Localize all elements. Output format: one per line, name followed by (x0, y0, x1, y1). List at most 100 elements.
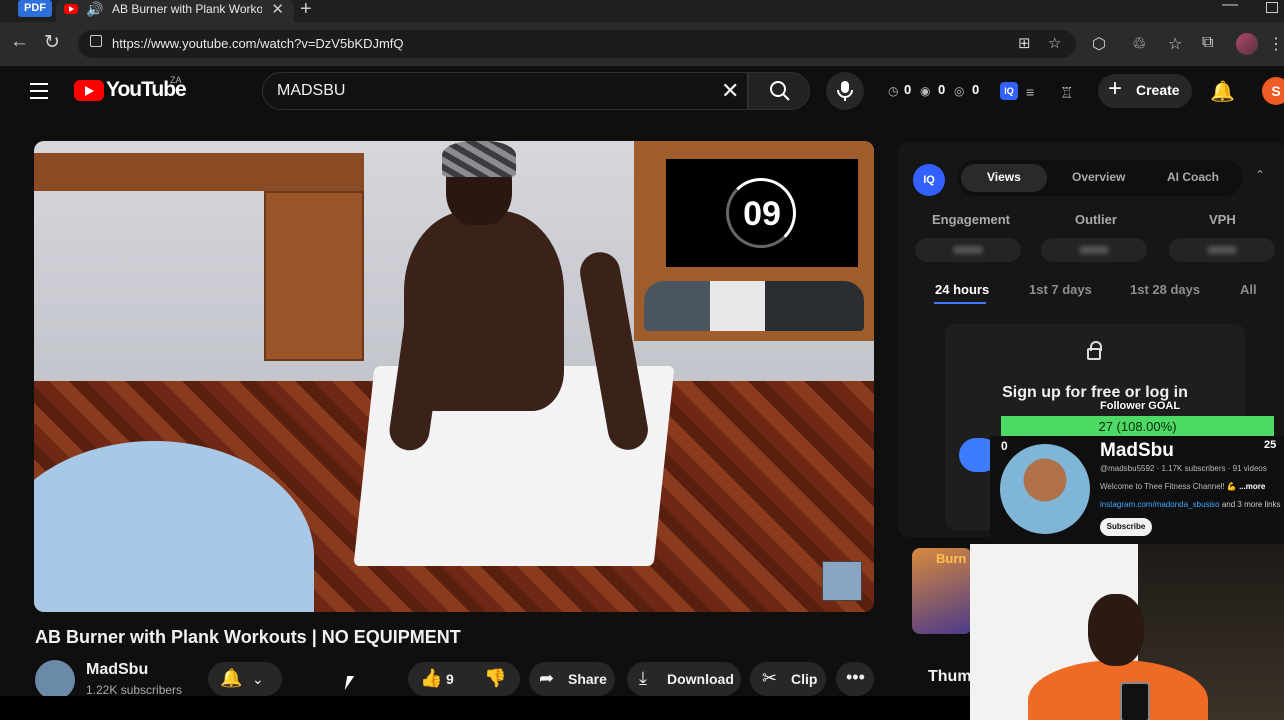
metric-engagement-label: Engagement (932, 212, 1011, 227)
favorites-icon[interactable]: ☆ (1168, 34, 1182, 54)
clear-search-icon[interactable]: ✕ (721, 78, 739, 104)
trophy-icon[interactable]: ♖ (1060, 84, 1073, 102)
share-button[interactable]: ➦ Share (529, 662, 615, 696)
webcam-phone (1120, 682, 1150, 720)
window-maximize-button[interactable] (1266, 2, 1278, 13)
user-avatar[interactable]: S (1262, 77, 1284, 105)
search-query[interactable]: MADSBU (277, 82, 345, 100)
voice-search-button[interactable] (826, 72, 864, 110)
address-bar[interactable]: https://www.youtube.com/watch?v=DzV5bKDJ… (78, 30, 1076, 58)
browser-tab-active[interactable]: 🔊 AB Burner with Plank Workouts ✕ (56, 0, 294, 22)
channel-subscriber-count: 1.22K subscribers (86, 683, 183, 697)
stat-count-2: 0 (938, 82, 946, 97)
like-count[interactable]: 9 (446, 671, 454, 687)
range-all[interactable]: All (1240, 282, 1257, 297)
browser-tab-bar: PDF 🔊 AB Burner with Plank Workouts ✕ + … (0, 0, 1284, 22)
related-section-label: Thum (928, 668, 972, 685)
range-first-28-days[interactable]: 1st 28 days (1130, 282, 1200, 297)
tab-overview[interactable]: Overview (1072, 170, 1125, 184)
download-icon: ⤓ (639, 668, 647, 688)
video-frame-desk (34, 153, 364, 191)
search-icon (770, 81, 790, 101)
new-tab-button[interactable]: + (300, 0, 312, 21)
more-actions-button[interactable]: ••• (836, 662, 874, 696)
video-player[interactable]: 09 (34, 141, 874, 612)
pdf-tab-badge[interactable]: PDF (18, 0, 52, 17)
eye-icon: ◉ (920, 84, 931, 98)
speaker-icon[interactable]: 🔊 (86, 1, 103, 18)
notifications-bell-icon[interactable]: 🔔 (1210, 79, 1235, 104)
follower-goal-value: 27 (108.00%) (1098, 419, 1177, 434)
list-icon[interactable]: ≡ (1026, 84, 1034, 100)
card-link-url: instagram.com/madonda_sbusiso (1100, 500, 1220, 509)
favorite-star-icon[interactable]: ☆ (1048, 34, 1061, 52)
like-dislike-group: 👍 9 👎 (408, 662, 520, 696)
channel-watermark[interactable] (822, 561, 862, 601)
metric-outlier-value (1041, 238, 1147, 262)
signup-prompt: Sign up for free or log in (1002, 384, 1188, 401)
collections-icon[interactable]: ⧉ (1202, 34, 1213, 52)
follower-goal-label: Follower GOAL (1100, 400, 1181, 412)
youtube-logo-icon[interactable] (74, 80, 104, 101)
app-available-icon[interactable]: ⊞ (1018, 34, 1031, 52)
metric-engagement-value (915, 238, 1021, 262)
mouse-cursor (344, 676, 355, 690)
browser-menu-icon[interactable]: ⋮ (1268, 34, 1284, 54)
like-icon[interactable]: 👍 (420, 668, 442, 689)
range-selected-indicator (934, 302, 986, 304)
timer-value: 09 (743, 195, 781, 233)
youtube-favicon-icon (64, 4, 78, 14)
site-info-icon[interactable] (90, 35, 102, 47)
window-minimize-button[interactable]: — (1222, 0, 1238, 14)
clock-icon: ◷ (888, 84, 899, 98)
reload-icon[interactable]: ↻ (44, 31, 60, 54)
search-input[interactable]: MADSBU ✕ (262, 72, 748, 110)
download-button[interactable]: ⤓ Download (627, 662, 741, 696)
dislike-icon[interactable]: 👎 (484, 668, 506, 689)
channel-card-link: instagram.com/madonda_sbusiso and 3 more… (1100, 500, 1281, 509)
vidiq-logo-icon[interactable]: IQ (913, 164, 945, 196)
create-label: Create (1136, 82, 1180, 98)
clip-label: Clip (791, 671, 818, 687)
browser-profile-avatar[interactable] (1236, 33, 1258, 55)
clip-button[interactable]: ✂ Clip (750, 662, 826, 696)
extension-icon[interactable]: ⬡ (1092, 34, 1106, 54)
tab-close-icon[interactable]: ✕ (271, 0, 284, 18)
scissors-icon: ✂ (762, 668, 778, 688)
metric-vph-label: VPH (1209, 212, 1236, 227)
channel-card-name: MadSbu (1100, 440, 1174, 461)
video-frame-shoes (644, 281, 864, 331)
channel-avatar[interactable] (35, 660, 75, 700)
bell-icon: 🔔 (220, 668, 243, 688)
follower-goal-target: 25 (1264, 439, 1277, 451)
workout-timer: 09 (666, 159, 858, 267)
range-first-7-days[interactable]: 1st 7 days (1029, 282, 1092, 297)
chevron-down-icon: ⌄ (252, 671, 264, 687)
vidiq-icon[interactable]: IQ (1000, 82, 1018, 100)
hamburger-menu-icon[interactable] (30, 83, 48, 104)
channel-card-subscribe: Subscribe (1100, 518, 1152, 536)
search-button[interactable] (748, 72, 810, 110)
share-label: Share (568, 671, 607, 687)
channel-card-description: Welcome to Thee Fitness Channel! 💪 ...mo… (1100, 482, 1265, 491)
tab-views[interactable]: Views (987, 170, 1021, 184)
panel-tabs: Views Overview AI Coach (957, 160, 1243, 196)
webcam-person-head (1088, 594, 1144, 666)
channel-name[interactable]: MadSbu (86, 661, 148, 679)
back-icon[interactable]: ← (10, 31, 29, 53)
collapse-chevron-icon[interactable]: ⌃ (1255, 168, 1265, 182)
bottom-black-strip (0, 696, 970, 720)
tab-title: AB Burner with Plank Workouts (112, 2, 262, 16)
channel-card-avatar (1000, 444, 1090, 534)
video-frame-torso (404, 211, 564, 411)
metric-vph-value (1169, 238, 1275, 262)
url-text[interactable]: https://www.youtube.com/watch?v=DzV5bKDJ… (112, 36, 404, 51)
range-24-hours[interactable]: 24 hours (935, 282, 989, 297)
tab-ai-coach[interactable]: AI Coach (1167, 170, 1219, 184)
notification-preferences-button[interactable]: 🔔 ⌄ (208, 662, 282, 696)
create-button[interactable]: + Create (1098, 74, 1192, 108)
extension-2-icon[interactable]: ♲ (1132, 34, 1146, 54)
share-icon: ➦ (539, 668, 555, 688)
follower-goal-start: 0 (1001, 439, 1008, 453)
video-frame-drawers (264, 191, 364, 361)
